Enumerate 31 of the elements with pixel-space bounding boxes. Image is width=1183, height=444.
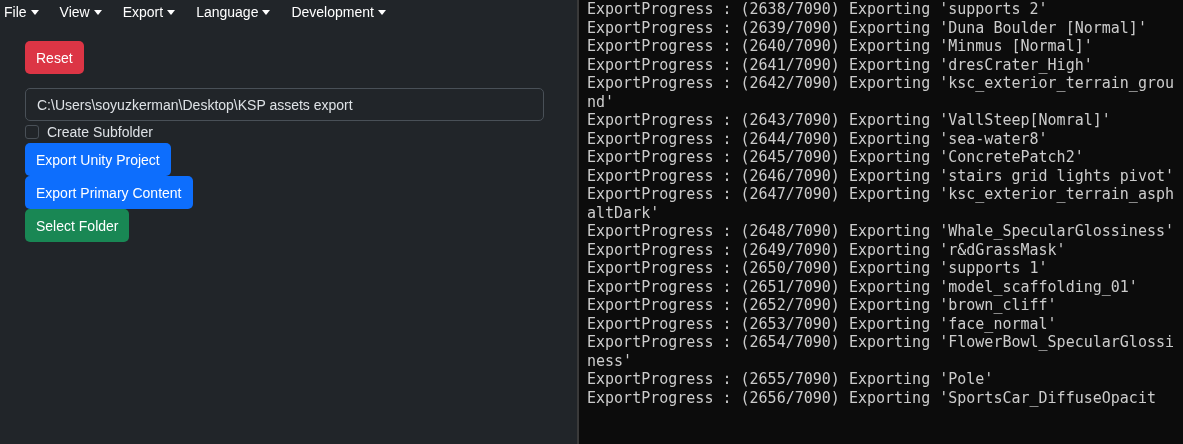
console-line: ExportProgress : (2653/7090) Exporting 'face_normal': [587, 314, 1058, 333]
action-button[interactable]: Export Unity Project: [25, 143, 171, 176]
console-line: ExportProgress : (2642/7090) Exporting 'ksc_exterior_terrain_ground': [587, 74, 1175, 111]
reset-button[interactable]: Reset: [25, 41, 84, 74]
console-line: ExportProgress : (2646/7090) Exporting 'stairs grid lights pivot': [587, 166, 1175, 185]
menu-item[interactable]: Development: [291, 4, 407, 20]
menu-item[interactable]: View: [59, 4, 123, 20]
menu-item[interactable]: Language: [196, 4, 292, 20]
checkbox[interactable]: [25, 125, 39, 139]
console-line: ExportProgress : (2644/7090) Exporting 'sea-water8': [587, 129, 1049, 148]
console-line: ExportProgress : (2640/7090) Exporting 'Minmus [Normal]': [587, 37, 1094, 56]
action-button[interactable]: Select Folder: [25, 209, 130, 242]
console-line: ExportProgress : (2655/7090) Exporting 'Pole': [587, 370, 995, 389]
action-button[interactable]: Export Primary Content: [25, 176, 193, 209]
path-field[interactable]: C:\Users\soyuzkerman\Desktop\KSP assets export: [25, 88, 544, 121]
console-line: ExportProgress : (2647/7090) Exporting 'ksc_exterior_terrain_asphaltDark': [587, 185, 1175, 222]
console-line: ExportProgress : (2649/7090) Exporting 'r&dGrassMask': [587, 240, 1067, 259]
console-line: ExportProgress : (2643/7090) Exporting 'VallSteep[Nomral]': [587, 111, 1112, 130]
console-line: ExportProgress : (2641/7090) Exporting 'dresCrater_High': [587, 55, 1094, 74]
console-line: ExportProgress : (2654/7090) Exporting 'FlowerBowl_SpecularGlossiness': [587, 333, 1175, 370]
checkbox-label: Create Subfolder: [47, 124, 153, 140]
menu-item[interactable]: Export: [122, 4, 197, 20]
console-line: ExportProgress : (2639/7090) Exporting 'Duna Boulder [Normal]': [587, 18, 1148, 37]
console-line: ExportProgress : (2638/7090) Exporting 'supports 2': [587, 0, 1049, 19]
console-line: ExportProgress : (2651/7090) Exporting 'model_scaffolding_01': [587, 277, 1139, 296]
console-line: ExportProgress : (2648/7090) Exporting 'Whale_SpecularGlossiness': [587, 222, 1175, 241]
console-line: ExportProgress : (2645/7090) Exporting 'ConcretePatch2': [587, 148, 1085, 167]
menu-item[interactable]: File: [4, 4, 60, 20]
console-line: ExportProgress : (2650/7090) Exporting 'supports 1': [587, 259, 1049, 278]
console-line: ExportProgress : (2652/7090) Exporting 'brown_cliff': [587, 296, 1058, 315]
console-line: ExportProgress : (2656/7090) Exporting 'SportsCar_DiffuseOpacit: [587, 388, 1157, 407]
